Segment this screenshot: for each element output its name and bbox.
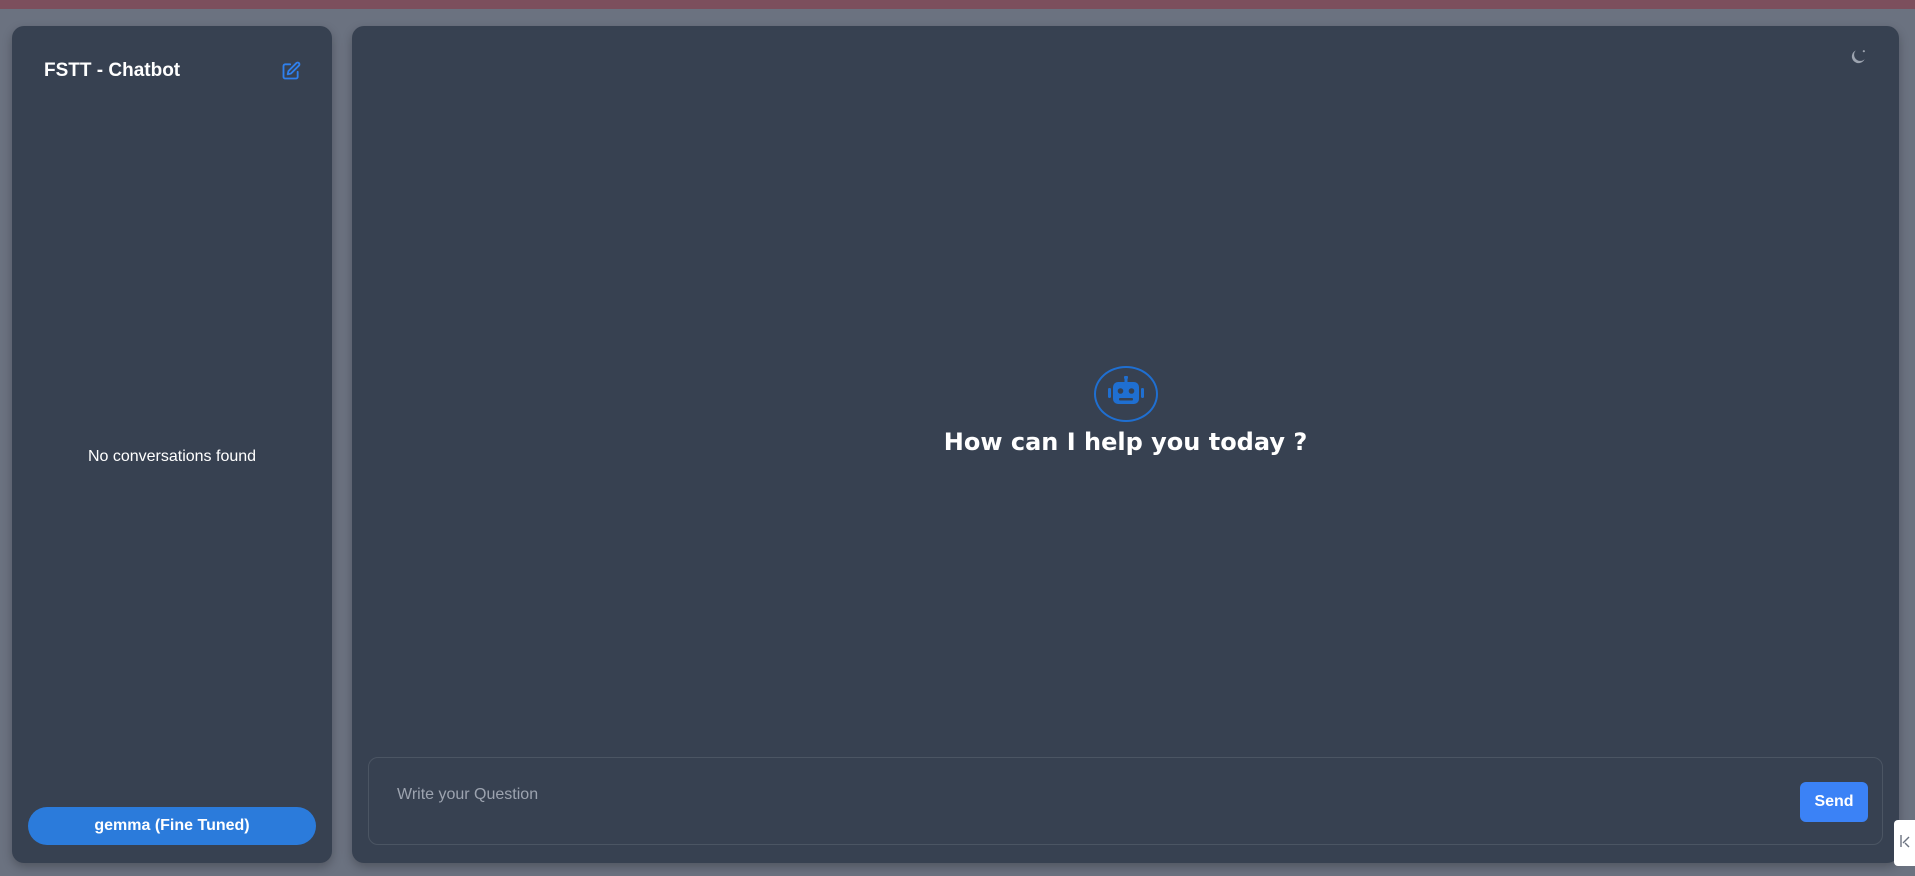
empty-conversations-message: No conversations found — [87, 448, 257, 465]
moon-icon — [1848, 47, 1868, 72]
send-button[interactable]: Send — [1800, 782, 1868, 822]
new-chat-button[interactable] — [278, 60, 304, 86]
sidebar: FSTT - Chatbot No conversations found ge… — [12, 26, 332, 863]
chat-panel: How can I help you today ? Send — [352, 26, 1899, 863]
bot-avatar — [1093, 366, 1158, 422]
edit-icon — [281, 61, 301, 86]
theme-toggle-button[interactable] — [1846, 47, 1870, 71]
side-panel-tab[interactable] — [1894, 820, 1915, 866]
collapse-icon — [1899, 833, 1911, 854]
robot-icon — [1107, 375, 1144, 413]
message-composer: Send — [368, 757, 1883, 845]
top-accent-strip — [0, 0, 1915, 9]
sidebar-title: FSTT - Chatbot — [44, 60, 181, 81]
welcome-area: How can I help you today ? — [352, 366, 1899, 456]
model-select-button[interactable]: gemma (Fine Tuned) — [28, 807, 316, 845]
welcome-heading: How can I help you today ? — [943, 428, 1308, 456]
question-input[interactable] — [381, 778, 1579, 812]
